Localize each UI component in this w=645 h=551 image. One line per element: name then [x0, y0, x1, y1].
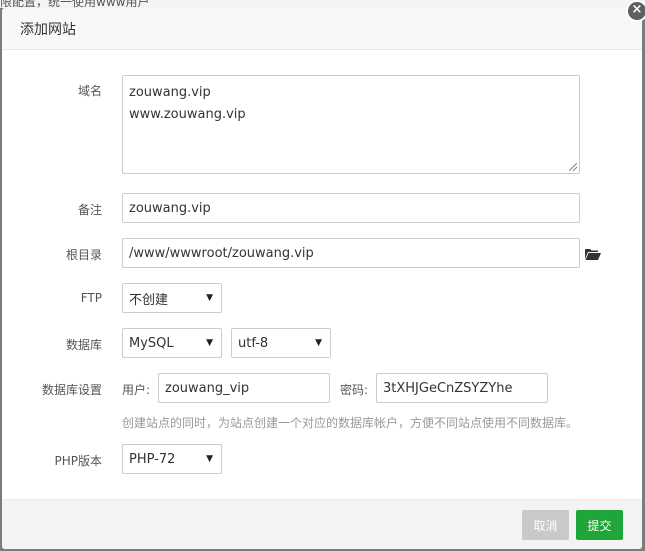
- remark-input[interactable]: zouwang.vip: [122, 193, 580, 223]
- remark-value: zouwang.vip: [129, 200, 211, 216]
- chevron-down-icon: ▼: [315, 338, 322, 348]
- database-label: 数据库: [65, 338, 102, 352]
- php-version-select[interactable]: PHP-72 ▼: [122, 444, 222, 474]
- background-page: 限配置，统一使用www用户: [0, 0, 645, 8]
- db-password-value: 3tXHJGeCnZSYZYhe: [383, 380, 513, 396]
- chevron-down-icon: ▼: [206, 338, 213, 348]
- ftp-label: FTP: [80, 291, 102, 305]
- php-version-value: PHP-72: [129, 451, 176, 467]
- database-charset-select[interactable]: utf-8 ▼: [231, 328, 331, 358]
- root-label: 根目录: [65, 248, 102, 262]
- background-text: 限配置，统一使用www用户: [0, 0, 150, 8]
- db-user-value: zouwang_vip: [165, 380, 250, 396]
- cancel-button[interactable]: 取消: [522, 510, 569, 540]
- php-version-label: PHP版本: [54, 454, 103, 468]
- folder-open-icon[interactable]: [585, 248, 601, 260]
- db-settings-label: 数据库设置: [41, 383, 102, 397]
- db-password-input[interactable]: 3tXHJGeCnZSYZYhe: [376, 373, 548, 403]
- db-password-label: 密码:: [340, 383, 369, 397]
- db-user-label: 用户:: [122, 383, 151, 397]
- dialog-header: 添加网站: [2, 8, 642, 50]
- root-path-value: /www/wwwroot/zouwang.vip: [129, 245, 314, 261]
- ftp-value: 不创建: [129, 292, 169, 308]
- submit-button[interactable]: 提交: [576, 510, 623, 540]
- resize-handle-icon[interactable]: [569, 163, 577, 171]
- database-charset-value: utf-8: [238, 335, 269, 351]
- domain-textarea[interactable]: zouwang.vip www.zouwang.vip: [122, 75, 580, 174]
- db-settings-hint: 创建站点的同时，为站点创建一个对应的数据库帐户，方便不同站点使用不同数据库。: [122, 416, 579, 430]
- db-user-input[interactable]: zouwang_vip: [158, 373, 330, 403]
- chevron-down-icon: ▼: [206, 454, 213, 464]
- domain-line-2: www.zouwang.vip: [129, 107, 246, 122]
- remark-label: 备注: [77, 203, 102, 217]
- database-type-select[interactable]: MySQL ▼: [122, 328, 222, 358]
- chevron-down-icon: ▼: [206, 293, 213, 303]
- ftp-select[interactable]: 不创建 ▼: [122, 283, 222, 313]
- add-site-dialog: 添加网站 域名 zouwang.vip www.zouwang.vip 备注 z…: [2, 8, 642, 549]
- dialog-title: 添加网站: [20, 21, 76, 38]
- domain-label: 域名: [77, 84, 102, 98]
- root-path-input[interactable]: /www/wwwroot/zouwang.vip: [122, 238, 580, 268]
- domain-line-1: zouwang.vip: [129, 85, 211, 100]
- close-icon[interactable]: ×: [626, 0, 645, 22]
- database-type-value: MySQL: [129, 335, 174, 351]
- dialog-footer: 取消 提交: [2, 499, 642, 549]
